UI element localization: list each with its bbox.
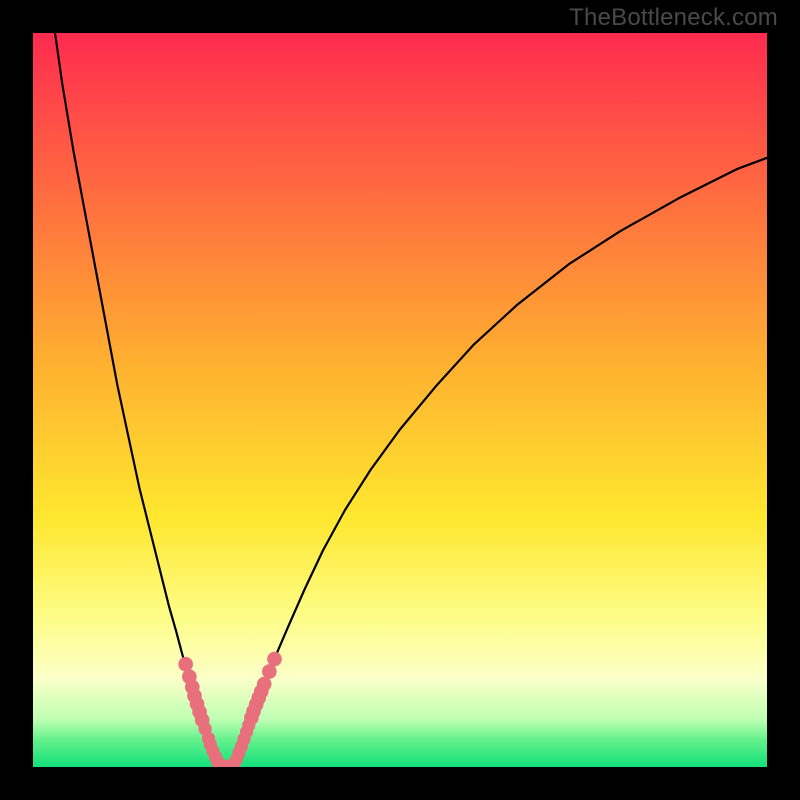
data-marker	[178, 657, 193, 672]
watermark-text: TheBottleneck.com	[569, 4, 778, 32]
chart-svg	[33, 33, 767, 767]
data-marker	[267, 652, 282, 667]
data-marker	[262, 664, 277, 679]
plot-background	[33, 33, 767, 767]
chart-frame: TheBottleneck.com	[0, 0, 800, 800]
data-marker	[257, 677, 272, 692]
plot-area	[33, 33, 767, 767]
